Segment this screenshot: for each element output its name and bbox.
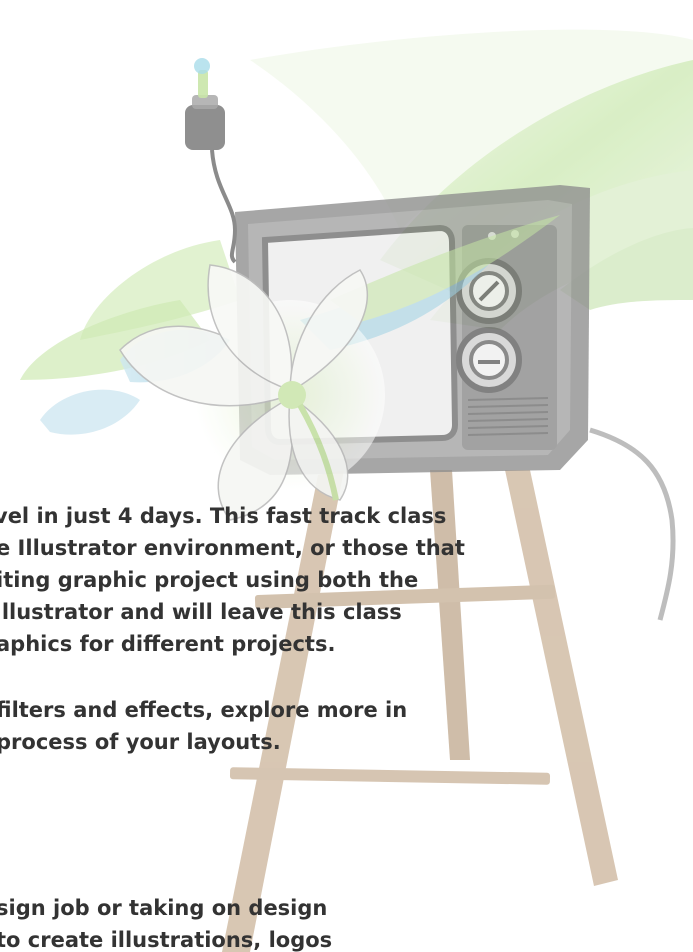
paragraph-1-line-3: iting graphic project using both the bbox=[0, 568, 419, 592]
paragraph-3-line-1: sign job or taking on design bbox=[0, 896, 328, 920]
paragraph-3-line-2: to create illustrations, logos bbox=[0, 928, 333, 952]
paragraph-1-line-4: Illustrator and will leave this class bbox=[0, 600, 402, 624]
paragraph-2-line-1: filters and effects, explore more in bbox=[0, 698, 408, 722]
paragraph-2-line-2: process of your layouts. bbox=[0, 730, 281, 754]
page: vel in just 4 days. This fast track clas… bbox=[0, 0, 693, 952]
paragraph-1-line-2: e Illustrator environment, or those that bbox=[0, 536, 465, 560]
paragraph-1-line-5: aphics for different projects. bbox=[0, 632, 336, 656]
paragraph-1-line-1: vel in just 4 days. This fast track clas… bbox=[0, 504, 447, 528]
course-description: vel in just 4 days. This fast track clas… bbox=[0, 0, 693, 952]
